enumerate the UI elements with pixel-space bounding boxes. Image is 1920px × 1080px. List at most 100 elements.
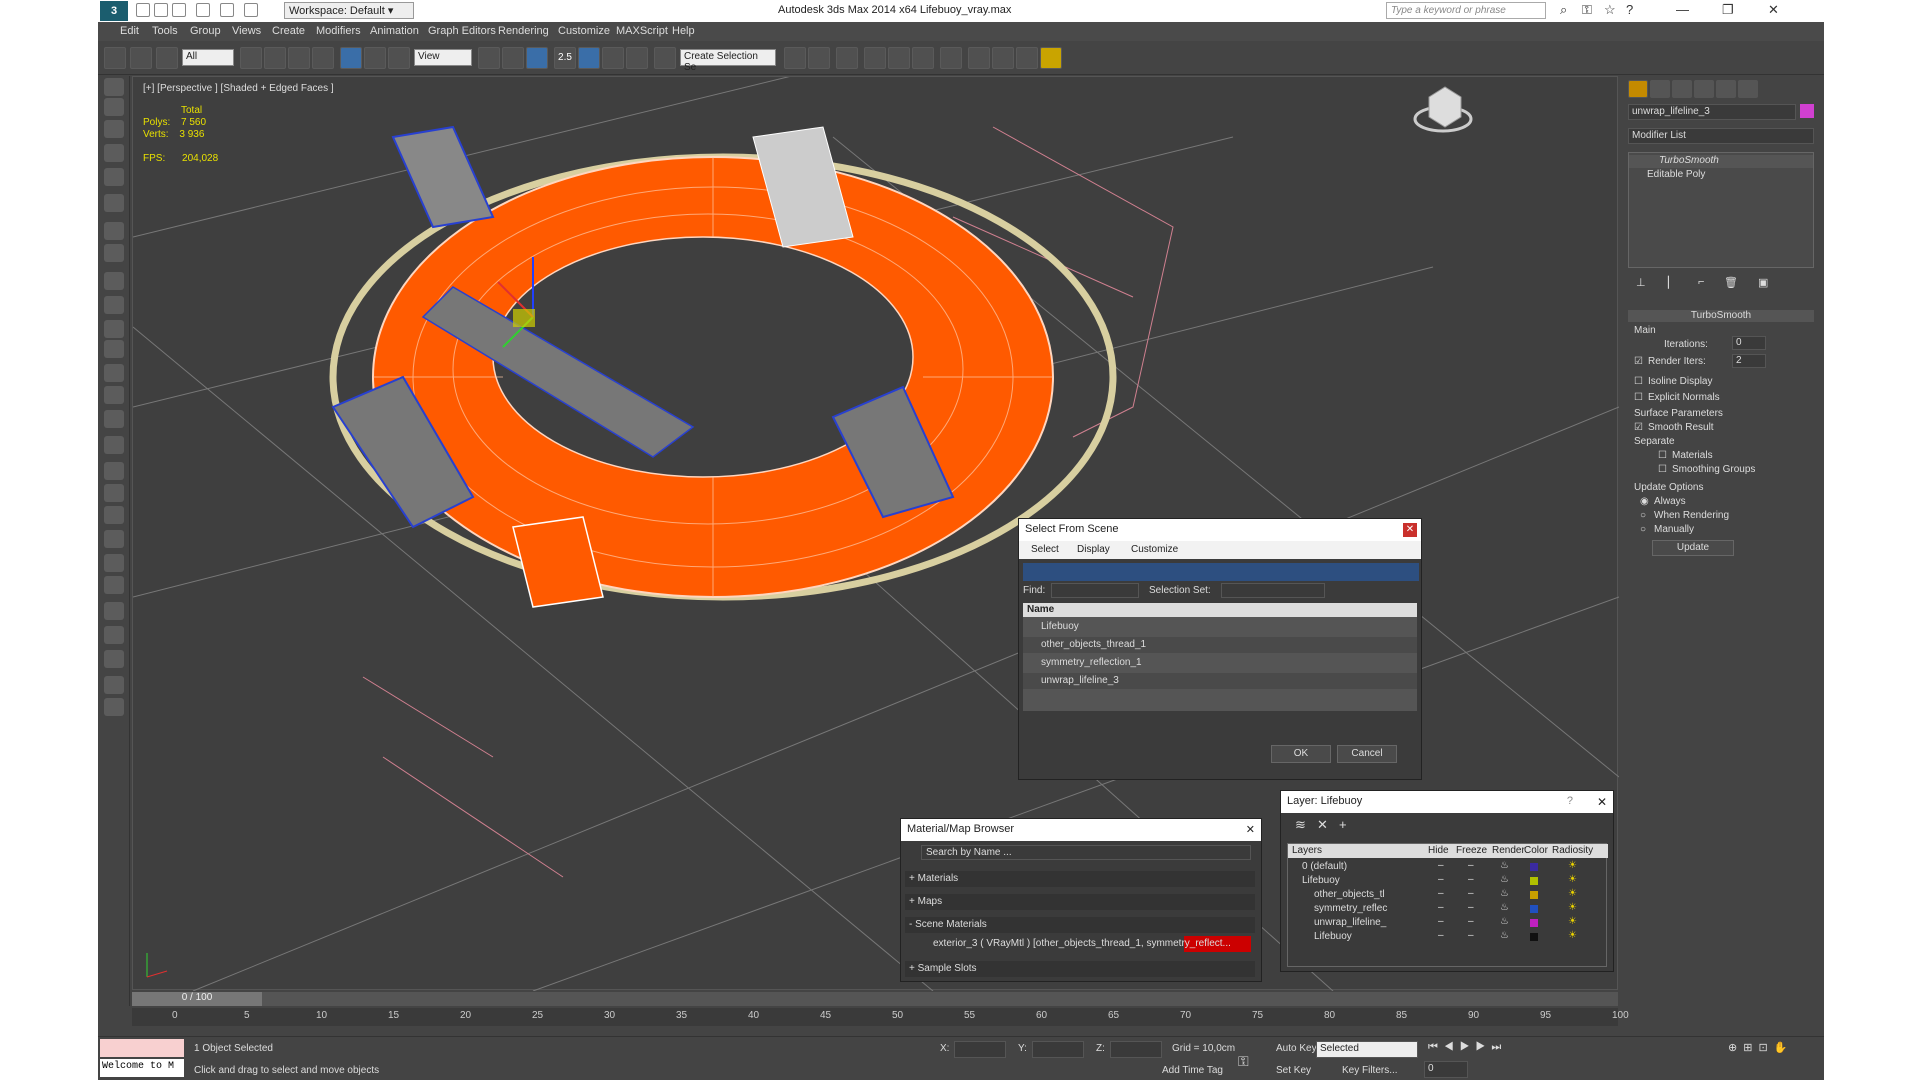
radiosity-light-icon[interactable]: ☀ xyxy=(1568,888,1577,899)
render-teapot-icon[interactable]: ♨ xyxy=(1500,860,1509,871)
ok-button[interactable]: OK xyxy=(1271,745,1331,763)
layer-color-swatch[interactable] xyxy=(1530,919,1538,927)
modifier-list-dropdown[interactable]: Modifier List xyxy=(1628,128,1814,144)
col-hide[interactable]: Hide xyxy=(1428,845,1449,856)
hierarchy-tab-icon[interactable] xyxy=(1672,80,1692,98)
layer-color-swatch[interactable] xyxy=(1530,863,1538,871)
smooth-result-checkbox[interactable]: ☑ xyxy=(1634,422,1643,433)
layer-row[interactable]: symmetry_reflec – – ♨ ☀ xyxy=(1288,902,1608,916)
add-to-layer-icon[interactable]: + xyxy=(1339,817,1347,832)
open-file-icon[interactable] xyxy=(154,3,168,17)
layer-row[interactable]: other_objects_tl – – ♨ ☀ xyxy=(1288,888,1608,902)
undo-icon[interactable] xyxy=(196,3,210,17)
find-input[interactable] xyxy=(1051,583,1139,598)
angle-snap-icon[interactable] xyxy=(578,47,600,69)
maxscript-listener-input[interactable] xyxy=(100,1039,184,1057)
unlink-icon[interactable] xyxy=(130,47,152,69)
col-radiosity[interactable]: Radiosity xyxy=(1552,845,1593,856)
render-teapot-icon[interactable]: ♨ xyxy=(1500,916,1509,927)
material-search-input[interactable]: Search by Name ... xyxy=(921,845,1251,860)
sample-slots-group[interactable]: + Sample Slots xyxy=(905,961,1255,977)
keyboard-shortcut-override-icon[interactable] xyxy=(526,47,548,69)
update-button[interactable]: Update xyxy=(1652,540,1734,556)
box-icon[interactable] xyxy=(104,272,124,290)
col-color[interactable]: Color xyxy=(1524,845,1548,856)
cone-icon[interactable] xyxy=(104,364,124,382)
new-file-icon[interactable] xyxy=(136,3,150,17)
select-dialog-tab-display[interactable]: Display xyxy=(1077,544,1110,555)
viewcube-icon[interactable] xyxy=(1413,86,1473,133)
project-folder-icon[interactable] xyxy=(244,3,258,17)
help-search-input[interactable]: Type a keyword or phrase xyxy=(1386,2,1546,19)
previous-frame-icon[interactable]: ◀ xyxy=(1444,1041,1460,1053)
select-manipulate-icon[interactable] xyxy=(502,47,524,69)
materials-group[interactable]: + Materials xyxy=(905,871,1255,887)
track-bar[interactable]: 0 5 10 15 20 25 30 35 40 45 50 55 60 65 70 75 80 85 90 95 10… xyxy=(132,1008,1629,1026)
remove-modifier-icon[interactable]: 🗑 xyxy=(1724,276,1738,289)
render-teapot-icon[interactable]: ♨ xyxy=(1500,888,1509,899)
close-icon[interactable]: ✕ xyxy=(1768,2,1779,18)
layer-row[interactable]: unwrap_lifeline_ – – ♨ ☀ xyxy=(1288,916,1608,930)
menu-customize[interactable]: Customize xyxy=(558,25,610,37)
when-rendering-radio[interactable]: ○ xyxy=(1640,510,1646,521)
film-icon[interactable] xyxy=(104,244,124,262)
menu-views[interactable]: Views xyxy=(232,25,261,37)
display-tab-icon[interactable] xyxy=(1716,80,1736,98)
menu-graph-editors[interactable]: Graph Editors xyxy=(428,25,496,37)
object-color-swatch[interactable] xyxy=(1800,104,1814,118)
turbosmooth-rollout-header[interactable]: TurboSmooth xyxy=(1628,310,1814,322)
layer-manager-icon[interactable] xyxy=(836,47,858,69)
menu-maxscript[interactable]: MAXScript xyxy=(616,25,668,37)
favorites-star-icon[interactable]: ☆ xyxy=(1604,2,1616,18)
selection-set-dropdown[interactable] xyxy=(1221,583,1325,598)
reference-coordinate-dropdown[interactable]: View xyxy=(414,49,472,66)
go-to-start-icon[interactable]: ⏮ xyxy=(1428,1041,1444,1053)
window-crossing-icon[interactable] xyxy=(312,47,334,69)
viewport-label[interactable]: [+] [Perspective ] [Shaded + Edged Faces… xyxy=(143,83,334,94)
layer-row[interactable]: 0 (default) – – ♨ ☀ xyxy=(1288,860,1608,874)
hide-toggle[interactable]: – xyxy=(1438,874,1444,885)
light-icon[interactable] xyxy=(104,410,124,428)
maps-group[interactable]: + Maps xyxy=(905,894,1255,910)
minimize-icon[interactable]: — xyxy=(1676,2,1689,17)
list-icon[interactable] xyxy=(104,120,124,138)
stack-item-editable-poly[interactable]: Editable Poly xyxy=(1629,169,1813,182)
iterations-spinner[interactable]: 0 xyxy=(1732,336,1766,350)
pan-icon[interactable]: ✋ xyxy=(1774,1042,1794,1054)
freeze-toggle[interactable]: – xyxy=(1468,930,1474,941)
menu-modifiers[interactable]: Modifiers xyxy=(316,25,361,37)
rig-icon[interactable] xyxy=(104,626,124,644)
next-frame-icon[interactable]: ▶ xyxy=(1476,1041,1492,1053)
select-and-scale-icon[interactable] xyxy=(388,47,410,69)
hide-toggle[interactable]: – xyxy=(1438,930,1444,941)
spinner-snap-icon[interactable] xyxy=(626,47,648,69)
named-selection-dropdown[interactable]: Create Selection Se xyxy=(680,49,776,73)
sound-icon[interactable] xyxy=(104,222,124,240)
earth-icon[interactable] xyxy=(104,650,124,668)
col-freeze[interactable]: Freeze xyxy=(1456,845,1487,856)
restore-icon[interactable]: ❐ xyxy=(1722,2,1734,18)
select-object-icon[interactable] xyxy=(240,47,262,69)
y-coordinate-input[interactable] xyxy=(1032,1041,1084,1058)
layer-row[interactable]: Lifebuoy – – ♨ ☀ xyxy=(1288,874,1608,888)
render-iters-checkbox[interactable]: ☑ xyxy=(1634,356,1643,367)
list-item[interactable]: Lifebuoy xyxy=(1023,619,1417,635)
auto-key-button[interactable]: Auto Key xyxy=(1276,1043,1317,1054)
mirror-icon[interactable] xyxy=(784,47,806,69)
select-and-link-icon[interactable] xyxy=(104,47,126,69)
layer-color-swatch[interactable] xyxy=(1530,905,1538,913)
bind-space-warp-icon[interactable] xyxy=(156,47,178,69)
hide-toggle[interactable]: – xyxy=(1438,902,1444,913)
torus-icon[interactable] xyxy=(104,320,124,338)
z-coordinate-input[interactable] xyxy=(1110,1041,1162,1058)
sphere-icon[interactable] xyxy=(104,296,124,314)
binoculars-icon[interactable]: ⌕ xyxy=(1560,2,1567,18)
hide-toggle[interactable]: – xyxy=(1438,916,1444,927)
schematic-view-icon[interactable] xyxy=(912,47,934,69)
percent-snap-icon[interactable] xyxy=(602,47,624,69)
play-icon[interactable]: ▶ xyxy=(1460,1041,1476,1053)
selection-filter-dropdown[interactable]: All xyxy=(182,49,234,66)
object-name-input[interactable]: unwrap_lifeline_3 xyxy=(1628,104,1796,120)
scene-material-entry[interactable]: exterior_3 ( VRayMtl ) [other_objects_th… xyxy=(915,936,1251,952)
menu-create[interactable]: Create xyxy=(272,25,305,37)
